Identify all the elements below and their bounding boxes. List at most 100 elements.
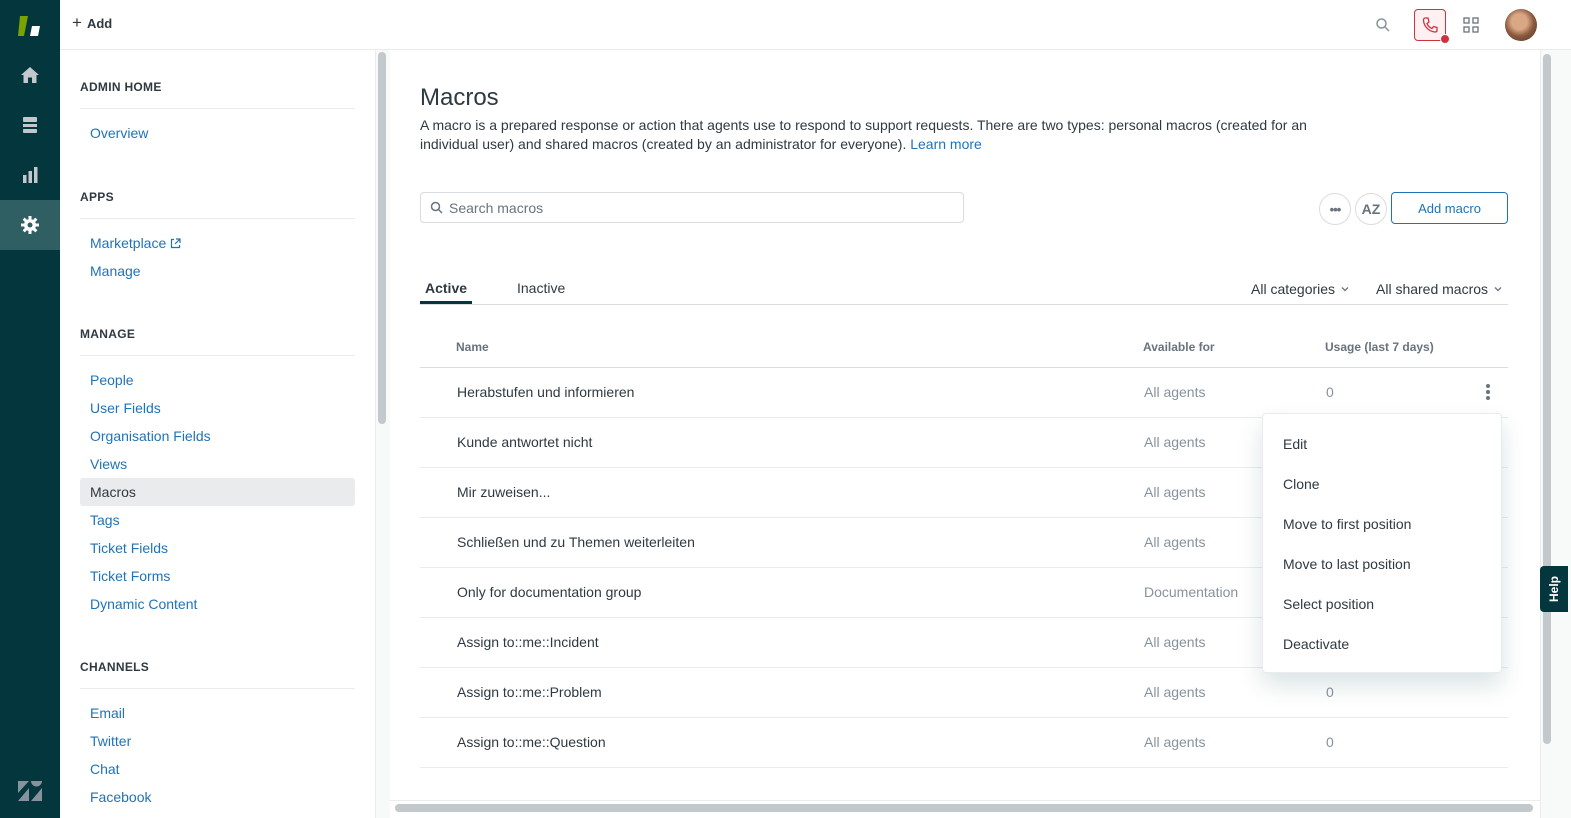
description-text: A macro is a prepared response or action… <box>420 117 1307 152</box>
macro-tabs: Active Inactive All categories All share… <box>420 272 1508 305</box>
external-link-icon <box>171 238 181 249</box>
sidebar-item-organisation-fields[interactable]: Organisation Fields <box>80 422 355 450</box>
sort-az-label: AZ <box>1361 201 1381 217</box>
column-name-header[interactable]: Name <box>456 340 489 354</box>
learn-more-link[interactable]: Learn more <box>910 136 982 152</box>
sidebar-item-people[interactable]: People <box>80 366 355 394</box>
sidebar-heading: ADMIN HOME <box>80 80 355 109</box>
sidebar-item-twitter[interactable]: Twitter <box>80 727 355 755</box>
sidebar-item-overview[interactable]: Overview <box>80 119 355 147</box>
macro-name[interactable]: Assign to::me::Question <box>457 734 606 750</box>
tab-inactive[interactable]: Inactive <box>512 280 570 304</box>
sidebar-item-dynamic-content[interactable]: Dynamic Content <box>80 590 355 618</box>
macros-page: Macros A macro is a prepared response or… <box>390 50 1540 818</box>
tab-active[interactable]: Active <box>420 280 473 304</box>
search-icon <box>430 201 443 214</box>
views-icon <box>23 117 37 133</box>
user-avatar[interactable] <box>1505 9 1537 41</box>
categories-filter[interactable]: All categories <box>1251 281 1350 297</box>
add-button[interactable]: + Add <box>72 13 112 32</box>
zendesk-logo-icon[interactable] <box>17 780 43 802</box>
talk-button[interactable] <box>1414 9 1450 44</box>
sidebar-item-chat[interactable]: Chat <box>80 755 355 783</box>
chevron-down-icon <box>1494 287 1502 292</box>
home-nav-button[interactable] <box>0 50 60 100</box>
help-button[interactable]: Help <box>1540 566 1568 612</box>
menu-item-select-position[interactable]: Select position <box>1263 584 1501 624</box>
macro-name[interactable]: Assign to::me::Incident <box>457 634 599 650</box>
reporting-nav-button[interactable] <box>0 150 60 200</box>
menu-item-deactivate[interactable]: Deactivate <box>1263 624 1501 664</box>
sidebar-section-admin-home: ADMIN HOME Overview <box>80 80 355 147</box>
macro-available-for: All agents <box>1144 684 1206 700</box>
chevron-down-icon <box>1341 287 1349 292</box>
macro-available-for: All agents <box>1144 384 1206 400</box>
shared-macros-filter-label: All shared macros <box>1376 281 1489 297</box>
column-usage-header[interactable]: Usage (last 7 days) <box>1325 340 1434 354</box>
macro-available-for: Documentation <box>1144 584 1239 600</box>
phone-icon <box>1422 17 1438 33</box>
search-icon[interactable] <box>1374 16 1392 34</box>
sidebar-section-manage: MANAGE People User Fields Organisation F… <box>80 327 355 618</box>
macro-name[interactable]: Schließen und zu Themen weiterleiten <box>457 534 695 550</box>
search-macros-field[interactable] <box>420 192 964 223</box>
sidebar-item-macros[interactable]: Macros <box>80 478 355 506</box>
plus-icon: + <box>72 13 82 32</box>
sort-az-button[interactable]: AZ <box>1355 193 1387 225</box>
product-rail <box>0 0 60 818</box>
top-header: + Add <box>60 0 1571 50</box>
menu-item-clone[interactable]: Clone <box>1263 464 1501 504</box>
add-macro-button[interactable]: Add macro <box>1391 192 1508 224</box>
macro-name[interactable]: Only for documentation group <box>457 584 641 600</box>
table-row[interactable]: Assign to::me::Problem All agents 0 <box>420 668 1508 718</box>
macro-available-for: All agents <box>1144 434 1206 450</box>
macro-available-for: All agents <box>1144 734 1206 750</box>
macro-name[interactable]: Kunde antwortet nicht <box>457 434 592 450</box>
search-macros-input[interactable] <box>449 199 929 216</box>
more-options-button[interactable]: ••• <box>1319 193 1351 225</box>
product-tray-icon[interactable] <box>1463 17 1479 33</box>
sidebar-item-user-fields[interactable]: User Fields <box>80 394 355 422</box>
vertical-scrollbar[interactable] <box>1543 54 1551 744</box>
more-options-label: ••• <box>1329 201 1342 217</box>
column-available-header[interactable]: Available for <box>1143 340 1215 354</box>
macro-actions-menu: Edit Clone Move to first position Move t… <box>1262 413 1502 673</box>
macro-available-for: All agents <box>1144 484 1206 500</box>
views-nav-button[interactable] <box>0 100 60 150</box>
macro-usage: 0 <box>1326 384 1334 400</box>
sidebar-heading: MANAGE <box>80 327 355 356</box>
sidebar-scrollbar[interactable] <box>378 52 386 424</box>
categories-filter-label: All categories <box>1251 281 1336 297</box>
sidebar-item-ticket-fields[interactable]: Ticket Fields <box>80 534 355 562</box>
macro-usage: 0 <box>1326 684 1334 700</box>
sidebar-heading: APPS <box>80 190 355 219</box>
sidebar-item-marketplace[interactable]: Marketplace <box>80 229 355 257</box>
menu-item-move-last[interactable]: Move to last position <box>1263 544 1501 584</box>
sidebar-item-ticket-forms[interactable]: Ticket Forms <box>80 562 355 590</box>
sidebar-item-views[interactable]: Views <box>80 450 355 478</box>
reporting-icon <box>23 167 38 183</box>
admin-nav-button[interactable] <box>0 200 60 250</box>
sidebar-item-label: Marketplace <box>90 235 167 251</box>
sidebar-item-manage[interactable]: Manage <box>80 257 355 285</box>
sidebar-item-facebook[interactable]: Facebook <box>80 783 355 811</box>
macro-available-for: All agents <box>1144 534 1206 550</box>
menu-item-move-first[interactable]: Move to first position <box>1263 504 1501 544</box>
macro-name[interactable]: Assign to::me::Problem <box>457 684 602 700</box>
table-header: Name Available for Usage (last 7 days) <box>420 328 1508 368</box>
shared-macros-filter[interactable]: All shared macros <box>1376 281 1503 297</box>
row-overflow-menu-icon[interactable] <box>1480 381 1496 403</box>
admin-gear-icon <box>21 216 39 234</box>
sidebar-item-tags[interactable]: Tags <box>80 506 355 534</box>
table-row[interactable]: Herabstufen und informieren All agents 0 <box>420 368 1508 418</box>
alert-badge-icon <box>1440 34 1450 44</box>
page-title: Macros <box>420 84 499 111</box>
macro-name[interactable]: Mir zuweisen... <box>457 484 550 500</box>
help-label: Help <box>1546 575 1561 603</box>
support-logo-icon[interactable] <box>16 12 44 40</box>
horizontal-scrollbar[interactable] <box>395 804 1533 812</box>
table-row[interactable]: Assign to::me::Question All agents 0 <box>420 718 1508 768</box>
macro-name[interactable]: Herabstufen und informieren <box>457 384 634 400</box>
menu-item-edit[interactable]: Edit <box>1263 424 1501 464</box>
sidebar-item-email[interactable]: Email <box>80 699 355 727</box>
